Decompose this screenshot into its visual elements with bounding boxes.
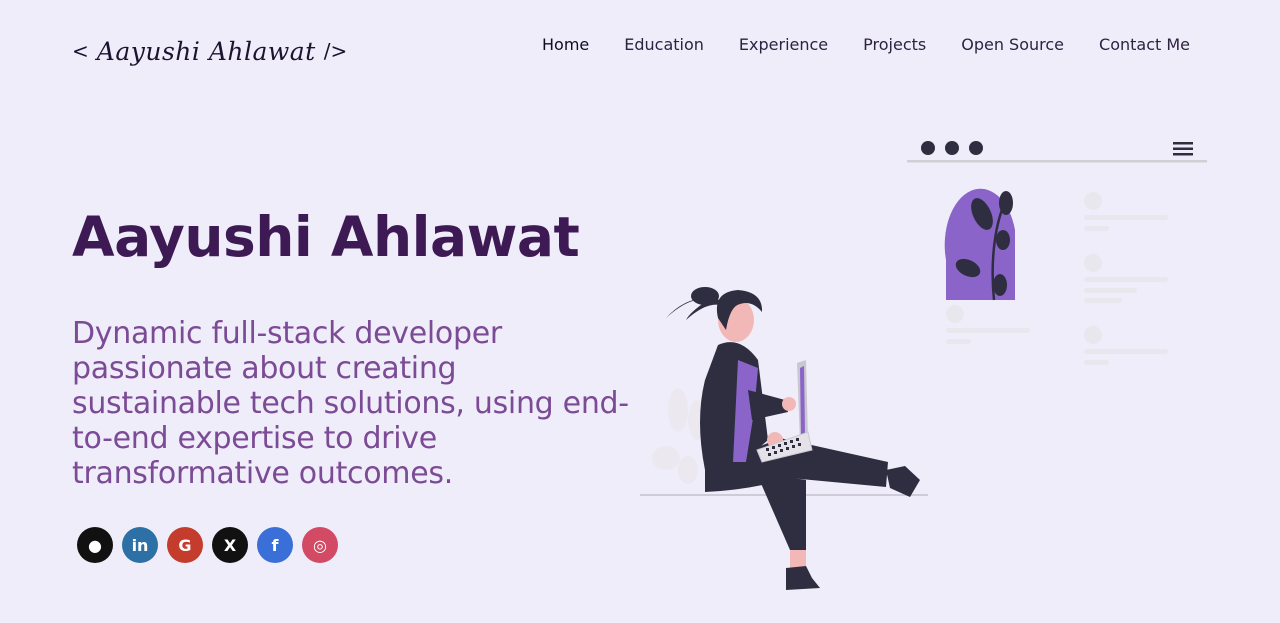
nav-projects[interactable]: Projects xyxy=(863,35,926,54)
nav-experience[interactable]: Experience xyxy=(739,35,828,54)
plant-image-graphic xyxy=(944,188,1015,301)
nav-contact-me[interactable]: Contact Me xyxy=(1099,35,1190,54)
social-links: ● in G X f ◎ xyxy=(77,527,338,563)
logo-close-bracket: /> xyxy=(323,39,348,63)
woman-with-laptop-graphic xyxy=(666,287,920,590)
instagram-link[interactable]: ◎ xyxy=(302,527,338,563)
linkedin-icon: in xyxy=(131,535,149,555)
hero-name: Aayushi Ahlawat xyxy=(72,205,580,269)
google-icon: G xyxy=(178,535,192,555)
nav-open-source[interactable]: Open Source xyxy=(961,35,1064,54)
x-icon: X xyxy=(223,535,237,555)
browser-window-graphic xyxy=(907,141,1207,365)
logo-open-bracket: < xyxy=(72,39,89,63)
nav-home[interactable]: Home xyxy=(542,35,589,54)
hero-description: Dynamic full-stack developer passionate … xyxy=(72,316,629,491)
hero-illustration xyxy=(640,141,1207,590)
linkedin-link[interactable]: in xyxy=(122,527,158,563)
google-link[interactable]: G xyxy=(167,527,203,563)
facebook-link[interactable]: f xyxy=(257,527,293,563)
main-nav: Home Education Experience Projects Open … xyxy=(542,35,1190,54)
nav-education[interactable]: Education xyxy=(624,35,704,54)
facebook-icon: f xyxy=(271,535,279,555)
hamburger-menu-icon xyxy=(1173,142,1193,156)
x-link[interactable]: X xyxy=(212,527,248,563)
site-logo[interactable]: < Aayushi Ahlawat /> xyxy=(72,28,352,74)
instagram-icon: ◎ xyxy=(313,535,327,555)
github-link[interactable]: ● xyxy=(77,527,113,563)
github-icon: ● xyxy=(88,535,102,555)
logo-signature: Aayushi Ahlawat xyxy=(96,36,316,66)
background-plant-graphic xyxy=(652,388,706,484)
